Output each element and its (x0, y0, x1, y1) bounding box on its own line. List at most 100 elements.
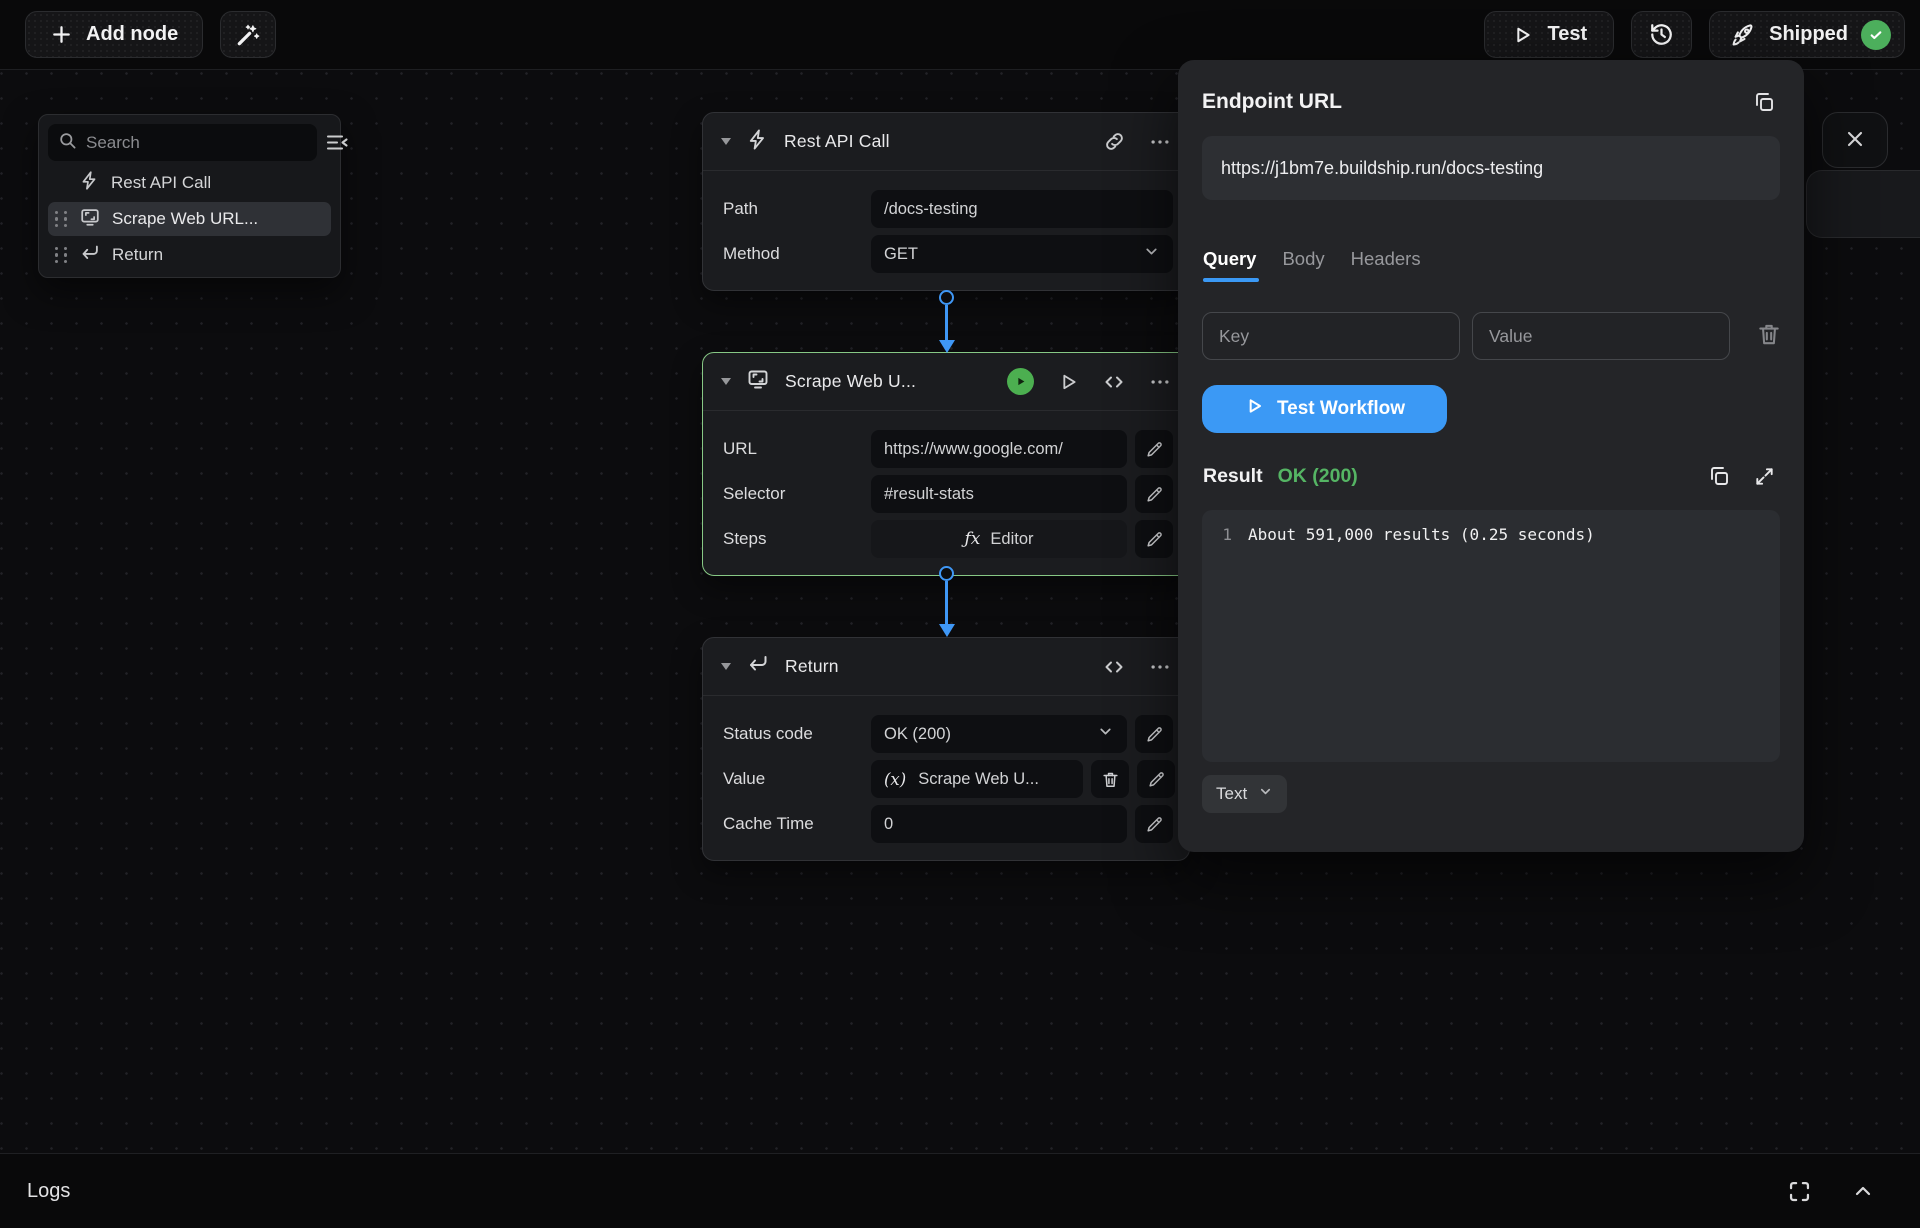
endpoint-url-label: Endpoint URL (1202, 90, 1342, 114)
test-label: Test (1547, 23, 1587, 46)
more-options-icon[interactable] (1149, 371, 1171, 393)
value-variable-chip[interactable]: (x) Scrape Web U... (871, 760, 1083, 798)
chevron-down-icon (1143, 243, 1160, 265)
field-row-steps: Steps ƒx Editor (723, 520, 1173, 558)
search-input[interactable] (86, 133, 307, 153)
drag-handle[interactable] (55, 211, 68, 227)
node-body: Status code OK (200) Value (x) Scrape We… (703, 696, 1189, 860)
chevron-up-icon[interactable] (1851, 1179, 1875, 1203)
field-value: GET (884, 245, 918, 264)
more-options-icon[interactable] (1149, 131, 1171, 153)
drag-handle[interactable] (55, 247, 68, 263)
tab-headers[interactable]: Headers (1351, 248, 1421, 282)
code-icon[interactable] (1102, 655, 1126, 679)
method-select[interactable]: GET (871, 235, 1173, 273)
steps-editor-button[interactable]: ƒx Editor (871, 520, 1127, 558)
endpoint-url-text: https://j1bm7e.buildship.run/docs-testin… (1221, 158, 1543, 179)
field-value: OK (200) (884, 725, 951, 744)
delete-trash-button[interactable] (1091, 760, 1129, 798)
cache-time-input[interactable]: 0 (871, 805, 1127, 843)
output-port[interactable] (939, 290, 954, 305)
shipped-label: Shipped (1769, 23, 1848, 46)
status-code-select[interactable]: OK (200) (871, 715, 1127, 753)
shipped-check-icon (1861, 20, 1891, 50)
result-actions (1707, 464, 1776, 488)
plus-icon (50, 23, 73, 46)
format-value: Text (1216, 784, 1247, 804)
path-input[interactable]: /docs-testing (871, 190, 1173, 228)
field-row-cache-time: Cache Time 0 (723, 805, 1173, 843)
edit-pencil-button[interactable] (1135, 475, 1173, 513)
node-return[interactable]: Return Status code OK (200) Value (702, 637, 1190, 861)
add-node-button[interactable]: Add node (25, 11, 203, 58)
format-select[interactable]: Text (1202, 775, 1287, 813)
add-node-label: Add node (86, 23, 178, 46)
collapse-chevron-icon[interactable] (721, 663, 731, 670)
tab-query[interactable]: Query (1203, 248, 1256, 282)
browser-icon (746, 367, 770, 396)
edit-pencil-button[interactable] (1135, 430, 1173, 468)
edit-pencil-button[interactable] (1137, 760, 1175, 798)
history-icon (1648, 21, 1675, 48)
search-icon (58, 131, 77, 155)
edit-pencil-button[interactable] (1135, 715, 1173, 753)
return-icon (79, 242, 101, 269)
history-button[interactable] (1631, 11, 1692, 58)
field-row-selector: Selector #result-stats (723, 475, 1173, 513)
output-port[interactable] (939, 566, 954, 581)
palette-item-return[interactable]: Return (48, 240, 331, 270)
close-button[interactable] (1822, 112, 1888, 168)
result-label: Result (1203, 465, 1263, 488)
fx-icon: ƒx (965, 529, 981, 549)
shipped-button[interactable]: Shipped (1709, 11, 1905, 58)
expand-icon[interactable] (1753, 465, 1776, 488)
play-icon[interactable] (1057, 371, 1079, 393)
collapse-chevron-icon[interactable] (721, 138, 731, 145)
key-input[interactable] (1202, 312, 1460, 360)
palette-search-box[interactable] (48, 124, 317, 161)
tab-body[interactable]: Body (1282, 248, 1324, 282)
test-button[interactable]: Test (1484, 11, 1614, 58)
variable-icon: (x) (884, 770, 906, 789)
close-icon (1843, 127, 1867, 154)
link-icon[interactable] (1103, 130, 1126, 153)
delete-trash-icon[interactable] (1756, 321, 1782, 352)
magic-wand-button[interactable] (220, 11, 276, 58)
url-input[interactable]: https://www.google.com/ (871, 430, 1127, 468)
node-body: Path /docs-testing Method GET (703, 171, 1189, 290)
copy-icon[interactable] (1752, 90, 1776, 119)
node-title: Scrape Web U... (785, 371, 916, 392)
field-row-path: Path /docs-testing (723, 190, 1173, 228)
field-label: Status code (723, 724, 871, 744)
copy-icon[interactable] (1707, 464, 1731, 488)
logs-actions (1786, 1178, 1875, 1205)
more-options-icon[interactable] (1149, 656, 1171, 678)
value-input[interactable] (1472, 312, 1730, 360)
selector-input[interactable]: #result-stats (871, 475, 1127, 513)
node-title: Return (785, 656, 839, 677)
node-scrape-web-url[interactable]: Scrape Web U... URL https://www.google.c… (702, 352, 1190, 576)
palette-item-label: Return (112, 245, 163, 265)
offscreen-card[interactable] (1806, 170, 1920, 238)
result-output[interactable]: 1 About 591,000 results (0.25 seconds) (1202, 510, 1780, 762)
connector-arrowhead-icon (939, 624, 955, 637)
endpoint-url-value[interactable]: https://j1bm7e.buildship.run/docs-testin… (1202, 136, 1780, 200)
edit-pencil-button[interactable] (1135, 805, 1173, 843)
run-success-icon[interactable] (1007, 368, 1034, 395)
code-icon[interactable] (1102, 370, 1126, 394)
palette-item-list: Rest API Call Scrape Web URL... Return (48, 168, 331, 270)
return-icon (746, 652, 770, 681)
fullscreen-icon[interactable] (1786, 1178, 1813, 1205)
palette-item-scrape-web-url[interactable]: Scrape Web URL... (48, 202, 331, 236)
collapse-chevron-icon[interactable] (721, 378, 731, 385)
field-row-status-code: Status code OK (200) (723, 715, 1173, 753)
magic-wand-icon (235, 22, 261, 48)
test-workflow-button[interactable]: Test Workflow (1202, 385, 1447, 433)
palette-item-label: Rest API Call (111, 173, 211, 193)
lightning-icon (79, 170, 100, 196)
edit-pencil-button[interactable] (1135, 520, 1173, 558)
field-row-value: Value (x) Scrape Web U... (723, 760, 1173, 798)
node-rest-api-call[interactable]: Rest API Call Path /docs-testing Method … (702, 112, 1190, 291)
palette-item-rest-api-call[interactable]: Rest API Call (48, 168, 331, 198)
collapse-list-icon[interactable] (325, 125, 349, 161)
